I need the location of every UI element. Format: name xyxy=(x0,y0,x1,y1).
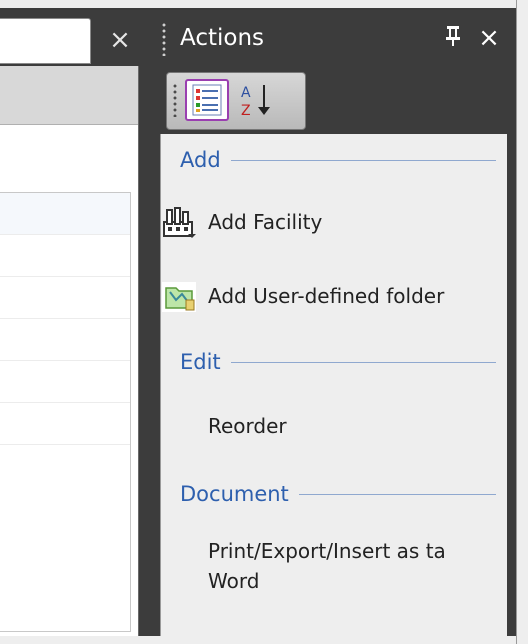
sort-az-icon: A Z xyxy=(241,85,270,119)
svg-text:A: A xyxy=(241,85,251,101)
close-icon: × xyxy=(478,23,500,53)
actions-title: Actions xyxy=(180,25,265,51)
reorder-action[interactable]: Reorder xyxy=(160,404,496,448)
group-title: Add xyxy=(180,148,221,172)
document-list[interactable] xyxy=(0,192,131,632)
list-row[interactable] xyxy=(0,193,130,235)
close-icon: × xyxy=(109,25,131,55)
alphabetical-sort-button[interactable]: A Z xyxy=(237,79,281,121)
drag-grip-icon[interactable] xyxy=(162,22,166,56)
actions-title-bar: Actions × xyxy=(150,8,516,68)
folder-icon xyxy=(162,282,196,312)
group-divider xyxy=(230,159,496,161)
window-frame-top xyxy=(0,0,528,8)
pin-icon xyxy=(446,26,460,46)
toolbar-grip-icon[interactable] xyxy=(173,83,177,117)
action-label: Add Facility xyxy=(208,210,323,234)
list-row[interactable] xyxy=(0,235,130,277)
list-row[interactable] xyxy=(0,277,130,319)
group-header-edit: Edit xyxy=(180,344,496,380)
list-row[interactable] xyxy=(0,403,130,445)
pin-button[interactable] xyxy=(440,22,466,54)
group-title: Edit xyxy=(180,350,221,374)
document-tab[interactable] xyxy=(0,18,91,64)
group-header-add: Add xyxy=(180,142,496,178)
close-actions-button[interactable]: × xyxy=(474,22,504,54)
window-frame-bottom xyxy=(0,636,528,644)
window-frame-right xyxy=(516,0,528,644)
add-facility-action[interactable]: Add Facility xyxy=(160,200,496,244)
close-document-tab-button[interactable]: × xyxy=(100,18,140,62)
actions-toolbar: A Z xyxy=(166,72,306,130)
document-pane-header xyxy=(0,66,138,125)
group-header-document: Document xyxy=(180,476,496,512)
action-label: Reorder xyxy=(208,414,287,438)
categorized-view-button[interactable] xyxy=(185,79,229,121)
actions-pane: Actions × A Z Add Add Facility Add User-… xyxy=(150,8,516,636)
group-divider xyxy=(298,493,496,495)
document-pane xyxy=(0,66,139,636)
list-row[interactable] xyxy=(0,361,130,403)
list-row[interactable] xyxy=(0,319,130,361)
add-user-defined-folder-action[interactable]: Add User-defined folder xyxy=(160,274,496,318)
facility-icon xyxy=(163,207,196,238)
svg-text:Z: Z xyxy=(241,103,251,119)
print-export-insert-action[interactable]: Print/Export/Insert as ta Word xyxy=(208,536,508,596)
action-label: Add User-defined folder xyxy=(208,284,445,308)
categorized-list-icon xyxy=(192,84,222,116)
group-divider xyxy=(230,361,496,363)
group-title: Document xyxy=(180,482,289,506)
